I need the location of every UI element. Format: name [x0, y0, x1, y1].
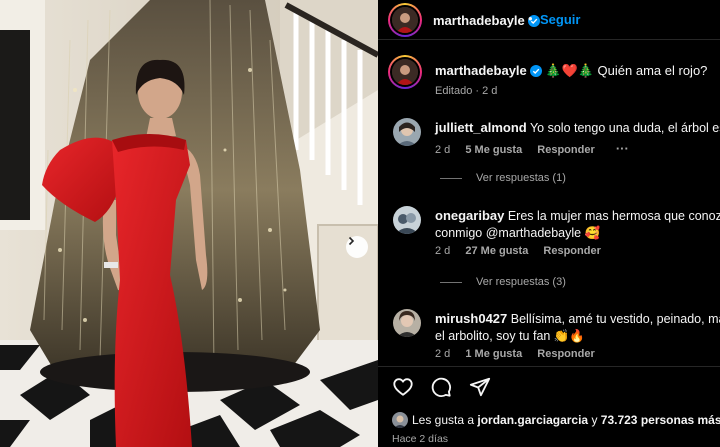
photo-illustration	[0, 0, 378, 447]
author-username[interactable]: marthadebayle	[433, 13, 525, 28]
comment-likes[interactable]: 5 Me gusta	[465, 144, 522, 156]
header-separator-dot: •	[528, 11, 533, 26]
likes-middle: y	[588, 413, 601, 427]
post-actions	[392, 376, 503, 400]
liker-avatar[interactable]	[392, 412, 408, 428]
more-options-icon[interactable]: ···	[616, 141, 629, 156]
comment-text: onegaribay Eres la mujer mas hermosa que…	[435, 207, 720, 242]
caption-username[interactable]: marthadebayle	[435, 63, 527, 78]
comment-body: Yo solo tengo una duda, el árbol es r	[529, 121, 720, 135]
comment-meta: 2 d 1 Me gusta Responder	[435, 348, 607, 360]
reply-button[interactable]: Responder	[537, 144, 594, 156]
comment-meta: 2 d 5 Me gusta Responder ···	[435, 141, 641, 156]
caption-text: 🎄❤️🎄 Quién ama el rojo?	[545, 63, 708, 78]
comment-time: 2 d	[435, 245, 451, 257]
caption-text-line: marthadebayle 🎄❤️🎄 Quién ama el rojo?	[435, 63, 707, 80]
heart-icon[interactable]	[392, 376, 414, 403]
comment-avatar[interactable]	[393, 118, 421, 146]
replies-line	[440, 177, 462, 179]
author-avatar-ring[interactable]	[388, 3, 422, 37]
verified-badge-icon	[529, 65, 542, 80]
actions-divider	[378, 366, 720, 367]
follow-button[interactable]: Seguir	[540, 12, 580, 27]
caption-meta: Editado · 2 d	[435, 85, 498, 97]
view-replies-button[interactable]: Ver respuestas (3)	[440, 276, 566, 288]
comment-time: 2 d	[435, 144, 451, 156]
comment-meta: 2 d 27 Me gusta Responder	[435, 245, 613, 257]
view-replies-button[interactable]: Ver respuestas (1)	[440, 172, 566, 184]
comment-username[interactable]: julliett_almond	[435, 120, 527, 135]
likes-text: Les gusta a jordan.garciagarcia y 73.723…	[412, 413, 720, 427]
author-avatar	[392, 7, 418, 33]
comment-text: mirush0427 Bellísima, amé tu vestido, pe…	[435, 310, 720, 345]
comment-avatar[interactable]	[393, 309, 421, 337]
reply-button[interactable]: Responder	[537, 348, 594, 360]
caption-avatar	[392, 59, 418, 85]
author-username-header[interactable]: marthadebayle	[433, 12, 540, 32]
comment-text: julliett_almond Yo solo tengo una duda, …	[435, 119, 720, 137]
comment-body-continued: conmigo @marthadebayle 🥰	[435, 226, 601, 240]
comment-likes[interactable]: 27 Me gusta	[465, 245, 528, 257]
comment-username[interactable]: onegaribay	[435, 208, 504, 223]
next-photo-button[interactable]	[346, 236, 368, 258]
liker-username[interactable]: jordan.garciagarcia	[477, 413, 588, 427]
post-timestamp: Hace 2 días	[392, 433, 449, 445]
comment-time: 2 d	[435, 348, 451, 360]
comment-body: Eres la mujer mas hermosa que conozco	[507, 209, 720, 223]
comment-likes[interactable]: 1 Me gusta	[465, 348, 522, 360]
comment-body: Bellísima, amé tu vestido, peinado, maq	[510, 312, 720, 326]
post-detail-panel: marthadebayle • Seguir marthadebayle 🎄❤️…	[378, 0, 720, 447]
view-replies-label: Ver respuestas (3)	[476, 276, 566, 288]
comment-body-continued: el arbolito, soy tu fan 👏🔥	[435, 329, 585, 343]
share-icon[interactable]	[469, 376, 491, 403]
replies-line	[440, 281, 462, 283]
post-photo[interactable]	[0, 0, 378, 447]
comment-icon[interactable]	[430, 376, 452, 403]
reply-button[interactable]: Responder	[543, 245, 600, 257]
post-header: marthadebayle • Seguir	[378, 0, 720, 40]
likes-prefix: Les gusta a	[412, 413, 478, 427]
caption-avatar-ring[interactable]	[388, 55, 422, 89]
likes-count[interactable]: 73.723 personas más	[601, 413, 720, 427]
comment-avatar[interactable]	[393, 206, 421, 234]
view-replies-label: Ver respuestas (1)	[476, 172, 566, 184]
comment-username[interactable]: mirush0427	[435, 311, 507, 326]
